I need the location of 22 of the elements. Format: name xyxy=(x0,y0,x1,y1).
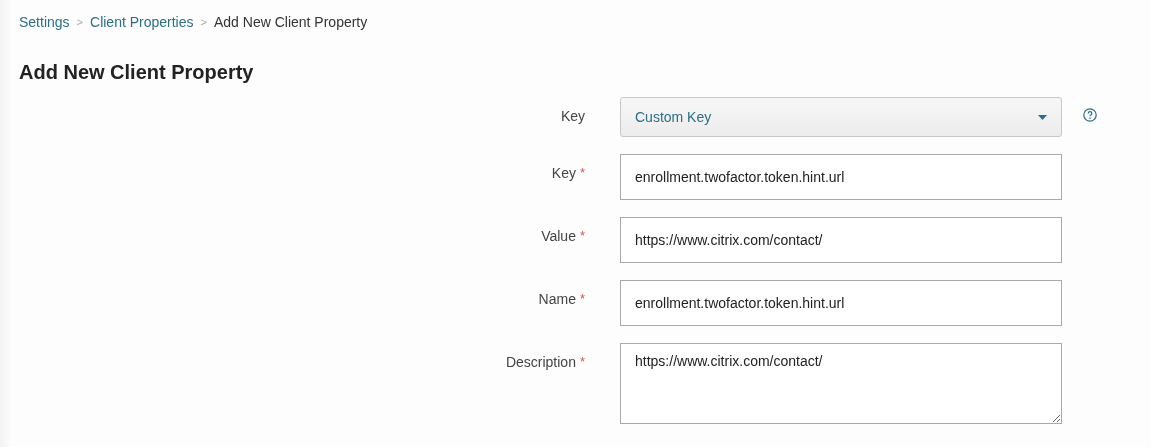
field-label: Description xyxy=(505,354,576,370)
breadcrumb-separator: > xyxy=(200,16,207,28)
help-icon[interactable] xyxy=(1083,108,1097,122)
required-mark: * xyxy=(579,165,585,181)
field-label: Key xyxy=(560,108,585,124)
breadcrumb-link[interactable]: Settings xyxy=(19,14,70,30)
input-field[interactable]: https://www.citrix.com/contact/ xyxy=(620,217,1062,263)
caret-icon xyxy=(1038,114,1047,120)
current-page-text: Add New Client Property xyxy=(213,14,368,30)
field-label: Name xyxy=(538,291,576,307)
key-dropdown[interactable]: Custom Key xyxy=(620,97,1062,137)
input-field[interactable]: enrollment.twofactor.token.hint.url xyxy=(620,154,1062,200)
textarea-field[interactable]: https://www.citrix.com/contact/ xyxy=(620,343,1062,424)
page-title: Add New Client Property xyxy=(19,61,255,84)
breadcrumb-separator: > xyxy=(76,16,84,28)
field-label: Value xyxy=(541,228,576,244)
input-field[interactable]: enrollment.twofactor.token.hint.url xyxy=(620,280,1062,326)
required-mark: * xyxy=(579,354,585,370)
breadcrumb-link[interactable]: Client Properties xyxy=(90,14,194,30)
field-label: Key xyxy=(551,165,576,181)
required-mark: * xyxy=(579,291,585,307)
required-mark: * xyxy=(579,228,585,244)
